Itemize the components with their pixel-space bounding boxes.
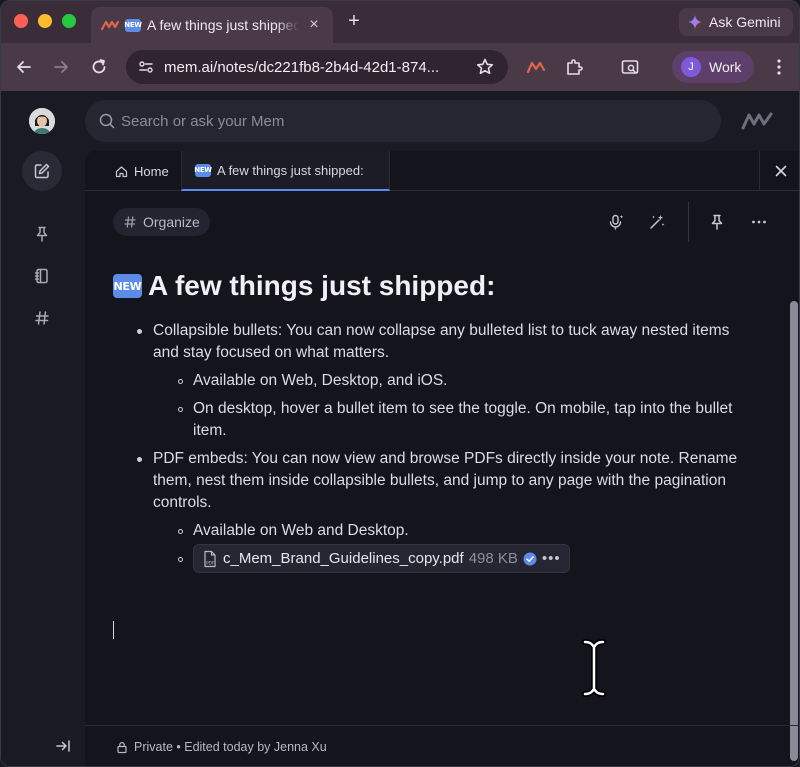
bullet-list: Collapsible bullets: You can now collaps…	[113, 320, 753, 575]
note-pane: Home NEW A few things just shipped: Orga…	[85, 151, 799, 766]
magic-wand-icon[interactable]	[648, 213, 666, 231]
minimize-window-button[interactable]	[38, 14, 52, 28]
notebook-icon[interactable]	[33, 267, 51, 285]
reload-icon[interactable]	[88, 56, 110, 78]
profile-button[interactable]: J Work	[672, 51, 754, 83]
tab-strip: NEW A few things just shipped: × + Ask G…	[1, 1, 799, 43]
list-item[interactable]: PDF c_Mem_Brand_Guidelines_copy.pdf 498 …	[153, 544, 753, 575]
svg-text:PDF: PDF	[206, 560, 215, 565]
list-item-text: On desktop, hover a bullet item to see t…	[193, 400, 733, 439]
close-icon	[775, 165, 786, 177]
mem-app: Home NEW A few things just shipped: Orga…	[1, 91, 799, 766]
pdf-more-icon[interactable]: •••	[542, 548, 561, 570]
note-status: Private • Edited today by Jenna Xu	[134, 740, 327, 754]
new-tab-button[interactable]: +	[343, 10, 365, 32]
close-pane-button[interactable]	[759, 151, 799, 191]
user-avatar[interactable]	[29, 108, 55, 134]
tab-note-label: A few things just shipped:	[217, 162, 364, 178]
maximize-window-button[interactable]	[62, 14, 76, 28]
compose-button[interactable]	[22, 151, 62, 191]
collapse-sidebar-icon[interactable]	[55, 738, 71, 754]
note-body[interactable]: NEW A few things just shipped: Collapsib…	[113, 266, 753, 581]
site-settings-icon[interactable]	[138, 59, 154, 75]
note-footer: Private • Edited today by Jenna Xu	[85, 725, 799, 766]
address-bar[interactable]: mem.ai/notes/dc221fb8-2b4d-42d1-874...	[126, 50, 508, 84]
organize-label: Organize	[143, 214, 200, 230]
scrollbar[interactable]	[787, 301, 799, 766]
hashtag-icon[interactable]	[33, 309, 51, 327]
lock-icon	[117, 741, 127, 753]
browser-tab-title: A few things just shipped:	[147, 17, 299, 33]
forward-arrow-icon[interactable]	[50, 56, 72, 78]
search-input[interactable]	[121, 112, 721, 130]
user-photo-icon	[29, 108, 55, 134]
browser-window: NEW A few things just shipped: × + Ask G…	[0, 0, 800, 767]
kebab-menu-icon[interactable]	[769, 57, 789, 77]
list-item[interactable]: Available on Web, Desktop, and iOS.	[153, 370, 753, 392]
pin-icon[interactable]	[708, 213, 726, 231]
left-rail	[1, 91, 85, 766]
compose-icon	[34, 163, 50, 179]
new-badge-icon: NEW	[124, 18, 142, 32]
new-badge-icon: NEW	[113, 274, 142, 298]
pane-tabs: Home NEW A few things just shipped:	[85, 151, 799, 191]
close-window-button[interactable]	[14, 14, 28, 28]
ask-gemini-label: Ask Gemini	[709, 14, 781, 30]
tab-search-icon[interactable]	[620, 57, 640, 77]
voice-icon[interactable]	[607, 213, 625, 231]
tab-home-label: Home	[134, 163, 169, 179]
pin-icon[interactable]	[33, 225, 51, 243]
hashtag-icon	[124, 216, 136, 228]
text-caret	[113, 621, 114, 639]
list-item-text: Available on Web, Desktop, and iOS.	[193, 372, 448, 389]
list-item[interactable]: Collapsible bullets: You can now collaps…	[113, 320, 753, 442]
list-item[interactable]: Available on Web and Desktop.	[153, 520, 753, 542]
browser-tab-active[interactable]: NEW A few things just shipped: ×	[91, 7, 333, 43]
nested-bullet-list: Available on Web, Desktop, and iOS. On d…	[153, 370, 753, 442]
list-item-text: Available on Web and Desktop.	[193, 522, 409, 539]
verified-check-icon	[523, 552, 537, 565]
scrollbar-thumb[interactable]	[790, 301, 798, 761]
browser-toolbar: mem.ai/notes/dc221fb8-2b4d-42d1-874... J…	[1, 43, 799, 91]
list-item-text: Collapsible bullets: You can now collaps…	[153, 322, 730, 361]
more-icon[interactable]	[750, 213, 768, 231]
mem-extension-icon[interactable]	[526, 57, 546, 77]
search-bar[interactable]	[85, 100, 721, 142]
note-toolbar: Organize	[85, 192, 799, 250]
extensions-puzzle-icon[interactable]	[564, 57, 584, 77]
mem-logo-icon	[741, 112, 773, 130]
search-icon	[99, 113, 115, 129]
ask-gemini-button[interactable]: Ask Gemini	[679, 8, 793, 36]
pdf-attachment[interactable]: PDF c_Mem_Brand_Guidelines_copy.pdf 498 …	[193, 544, 570, 573]
gemini-sparkle-icon	[688, 15, 702, 29]
url-text[interactable]: mem.ai/notes/dc221fb8-2b4d-42d1-874...	[164, 59, 464, 76]
profile-avatar: J	[681, 57, 701, 77]
ibeam-cursor-icon	[582, 639, 606, 697]
close-tab-icon[interactable]: ×	[305, 16, 323, 34]
note-title[interactable]: NEW A few things just shipped:	[113, 266, 753, 306]
pdf-size: 498 KB	[468, 549, 518, 567]
tab-note[interactable]: NEW A few things just shipped:	[181, 151, 390, 191]
list-item-text: PDF embeds: You can now view and browse …	[153, 450, 738, 511]
nested-bullet-list: Available on Web and Desktop. PDF c_Mem_…	[153, 520, 753, 575]
mem-favicon-icon	[101, 20, 119, 31]
profile-label: Work	[709, 59, 742, 75]
note-title-text: A few things just shipped:	[148, 270, 496, 301]
tab-home[interactable]: Home	[115, 151, 169, 191]
organize-button[interactable]: Organize	[113, 208, 210, 236]
toolbar-divider	[688, 202, 689, 242]
list-item[interactable]: On desktop, hover a bullet item to see t…	[153, 398, 753, 442]
new-badge-icon: NEW	[194, 163, 212, 177]
pdf-file-icon: PDF	[204, 550, 216, 567]
bookmark-star-icon[interactable]	[474, 56, 496, 78]
home-icon	[115, 165, 128, 177]
pdf-filename: c_Mem_Brand_Guidelines_copy.pdf	[223, 549, 464, 567]
back-arrow-icon[interactable]	[13, 56, 35, 78]
list-item[interactable]: PDF embeds: You can now view and browse …	[113, 448, 753, 575]
